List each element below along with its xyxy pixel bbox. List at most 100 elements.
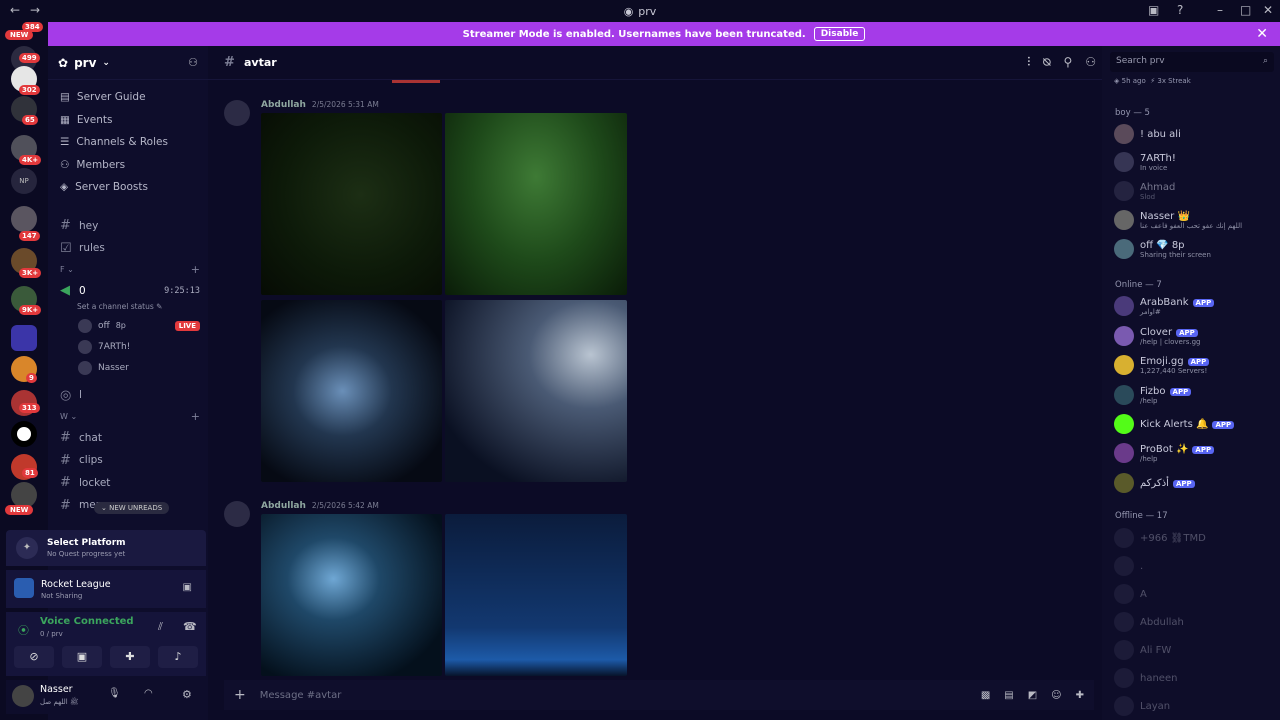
stage-channel[interactable]: ◎ l bbox=[48, 384, 208, 407]
new-badge: NEW bbox=[5, 30, 34, 40]
nav-channels-roles[interactable]: ☰ Channels & Roles bbox=[48, 131, 208, 154]
server-icon[interactable]: NP bbox=[11, 168, 37, 194]
add-attachment-icon[interactable]: + bbox=[234, 687, 246, 703]
server-icon[interactable] bbox=[11, 421, 37, 447]
voice-user[interactable]: 7ARTh! bbox=[48, 336, 208, 357]
maximize-icon[interactable]: □ bbox=[1240, 3, 1251, 17]
emoji-icon[interactable]: ☺ bbox=[1051, 690, 1061, 701]
minimize-icon[interactable]: – bbox=[1217, 3, 1223, 17]
gift-icon[interactable]: ▩ bbox=[981, 690, 990, 701]
settings-gear-icon[interactable]: ⚙ bbox=[182, 688, 192, 701]
author-name[interactable]: Abdullah bbox=[261, 501, 306, 511]
voice-connected-text[interactable]: Voice Connected bbox=[40, 616, 134, 627]
member-item[interactable]: ! abu ali bbox=[1114, 124, 1181, 144]
member-item[interactable]: . bbox=[1114, 556, 1143, 576]
nav-members[interactable]: ⚇ Members bbox=[48, 154, 208, 177]
disconnect-icon[interactable]: ☎ bbox=[183, 620, 197, 633]
inbox-icon[interactable]: ▣ bbox=[1148, 3, 1159, 17]
avatar[interactable] bbox=[224, 100, 250, 126]
nav-server-guide[interactable]: ▤ Server Guide bbox=[48, 86, 208, 109]
forward-arrow-icon[interactable]: → bbox=[30, 3, 40, 17]
member-group-title: boy — 5 bbox=[1115, 108, 1150, 118]
member-item[interactable]: Ahmad Slod bbox=[1114, 181, 1175, 201]
user-panel: Nasser ﷺ اللهم صل 🎙 ◠ ⚙ bbox=[6, 680, 206, 714]
category-f[interactable]: F ⌄ + bbox=[48, 260, 208, 280]
avatar[interactable] bbox=[12, 685, 34, 707]
member-item[interactable]: haneen bbox=[1114, 668, 1177, 688]
category-w[interactable]: W ⌄ + bbox=[48, 407, 208, 427]
message-input[interactable]: Message #avtar bbox=[260, 690, 967, 701]
share-screen-icon[interactable]: ▣ bbox=[183, 582, 192, 593]
new-unreads-pill[interactable]: ⌄ NEW UNREADS bbox=[94, 502, 170, 514]
member-item[interactable]: off 💎 8p Sharing their screen bbox=[1114, 239, 1211, 259]
member-item[interactable]: Nasser 👑 اللهم إنك عفو تحب العفو فاعف عنا bbox=[1114, 210, 1242, 230]
search-input[interactable]: Search prv ⌕ bbox=[1110, 52, 1274, 72]
attachment-image[interactable] bbox=[261, 113, 442, 295]
nav-server-boosts[interactable]: ◈ Server Boosts bbox=[48, 176, 208, 199]
channel-hey[interactable]: # hey bbox=[48, 215, 208, 238]
camera-off-button[interactable]: ⊘ bbox=[14, 646, 54, 668]
member-item[interactable]: Emoji.gg APP 1,227,440 Servers! bbox=[1114, 355, 1210, 375]
member-item[interactable]: A bbox=[1114, 584, 1147, 604]
headphones-icon[interactable]: ◠ bbox=[144, 688, 153, 699]
activities-button[interactable]: ✚ bbox=[110, 646, 150, 668]
voice-user[interactable]: Nasser bbox=[48, 357, 208, 378]
add-channel-icon[interactable]: + bbox=[191, 263, 200, 276]
member-item[interactable]: Abdullah bbox=[1114, 612, 1184, 632]
channel-header: # avtar ⫶ ⍉ ⚲ ⚇ bbox=[208, 46, 1102, 80]
member-list-icon[interactable]: ⚇ bbox=[1085, 55, 1096, 70]
pin-icon[interactable]: ⚲ bbox=[1063, 55, 1072, 70]
sticker-icon[interactable]: ◩ bbox=[1028, 690, 1037, 701]
voice-user[interactable]: off 8p LIVE bbox=[48, 315, 208, 336]
threads-icon[interactable]: ⫶ bbox=[1027, 55, 1030, 70]
attachment-image[interactable] bbox=[445, 300, 627, 482]
apps-icon[interactable]: ✚ bbox=[1076, 690, 1084, 701]
help-icon[interactable]: ? bbox=[1177, 3, 1183, 17]
folder-icon[interactable] bbox=[11, 325, 37, 351]
server-badge: 302 bbox=[19, 85, 40, 95]
channel-status[interactable]: Set a channel status ✎ bbox=[48, 302, 208, 315]
activity-panel[interactable]: Rocket League Not Sharing ▣ bbox=[6, 570, 206, 608]
add-member-icon[interactable]: ⚇ bbox=[188, 56, 198, 69]
channel-locket[interactable]: # locket bbox=[48, 472, 208, 495]
member-item[interactable]: Layan bbox=[1114, 696, 1170, 716]
member-item[interactable]: Fizbo APP/help bbox=[1114, 385, 1192, 405]
channel-rules[interactable]: ☑ rules bbox=[48, 237, 208, 260]
member-item[interactable]: 7ARTh! In voice bbox=[1114, 152, 1176, 172]
member-item[interactable]: ArabBank APP اوامر# bbox=[1114, 296, 1215, 316]
member-item[interactable]: Kick Alerts 🔔 APP bbox=[1114, 414, 1235, 434]
member-item[interactable]: +966 ⛓TMD bbox=[1114, 528, 1206, 548]
member-item[interactable]: Ali FW bbox=[1114, 640, 1171, 660]
screen-share-button[interactable]: ▣ bbox=[62, 646, 102, 668]
channel-chat[interactable]: # chat bbox=[48, 427, 208, 450]
close-window-icon[interactable]: ✕ bbox=[1263, 3, 1273, 17]
noise-suppression-icon[interactable]: ⫽ bbox=[158, 620, 163, 634]
channel-clips[interactable]: # clips bbox=[48, 449, 208, 472]
add-channel-icon[interactable]: + bbox=[191, 410, 200, 423]
guild-header[interactable]: ✿ prv ⌄ ⚇ bbox=[48, 46, 208, 80]
member-item[interactable]: أذكركم APP bbox=[1114, 473, 1195, 493]
server-badge: 4K+ bbox=[19, 155, 42, 165]
soundboard-button[interactable]: ♪ bbox=[158, 646, 198, 668]
server-badge: 81 bbox=[22, 468, 38, 478]
gif-icon[interactable]: ▤ bbox=[1004, 690, 1013, 701]
author-name[interactable]: Abdullah bbox=[261, 100, 306, 110]
voice-channel-0[interactable]: ◀ 0 9:25:13 bbox=[48, 280, 208, 303]
mute-bell-icon[interactable]: ⍉ bbox=[1043, 55, 1050, 70]
member-item[interactable]: ProBot ✨ APP/help bbox=[1114, 443, 1215, 463]
attachment-image[interactable] bbox=[261, 300, 442, 482]
disable-button[interactable]: Disable bbox=[813, 27, 866, 41]
back-arrow-icon[interactable]: ← bbox=[10, 3, 20, 17]
avatar[interactable] bbox=[224, 501, 250, 527]
member-group-title: Online — 7 bbox=[1115, 280, 1162, 290]
quest-panel[interactable]: ✦ Select Platform No Quest progress yet bbox=[6, 530, 206, 566]
server-icon[interactable] bbox=[11, 206, 37, 232]
microphone-icon[interactable]: 🎙 bbox=[108, 688, 121, 699]
nav-events[interactable]: ▦ Events bbox=[48, 109, 208, 132]
attachment-image[interactable] bbox=[445, 514, 627, 676]
attachment-image[interactable] bbox=[261, 514, 442, 676]
member-item[interactable]: Clover APP/help | clovers.gg bbox=[1114, 326, 1200, 346]
close-banner-icon[interactable]: ✕ bbox=[1256, 26, 1268, 42]
attachment-image[interactable] bbox=[445, 113, 627, 295]
quest-icon: ✦ bbox=[16, 537, 38, 559]
